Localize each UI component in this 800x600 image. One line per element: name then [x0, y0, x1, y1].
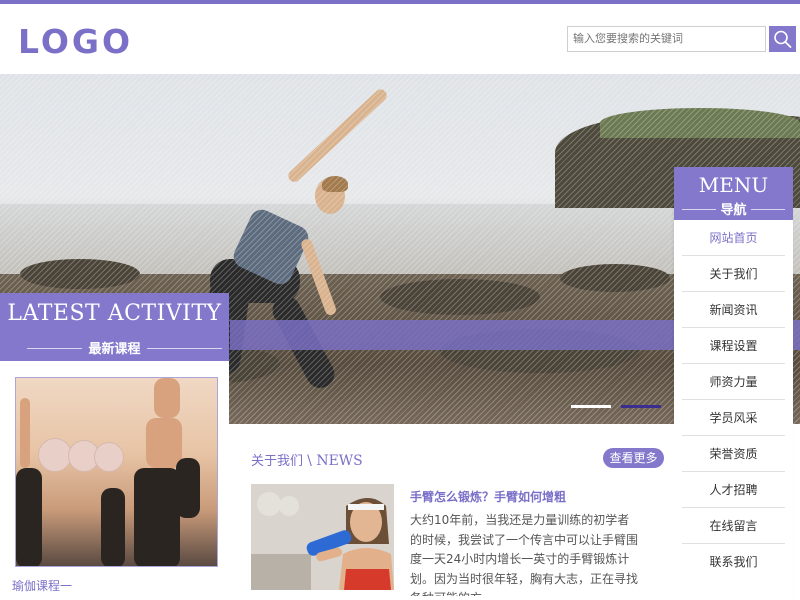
- latest-activity-title: LATEST ACTIVITY: [7, 301, 222, 326]
- figure: [101, 488, 125, 566]
- menu-item-news[interactable]: 新闻资讯: [682, 292, 785, 328]
- menu-item-home[interactable]: 网站首页: [682, 220, 785, 256]
- menu-item-message[interactable]: 在线留言: [682, 508, 785, 544]
- news-section: 关于我们 \ NEWS 查看更多 手臂怎么锻炼？手臂如何增粗 大约10年前，当我…: [229, 424, 674, 600]
- news-image-art: [251, 484, 394, 590]
- figure-torso: [146, 418, 182, 468]
- figure-head: [154, 378, 180, 418]
- news-section-title: 关于我们 \ NEWS: [251, 450, 363, 469]
- figure: [134, 468, 180, 566]
- menu-item-jobs[interactable]: 人才招聘: [682, 472, 785, 508]
- menu-item-honors[interactable]: 荣誉资质: [682, 436, 785, 472]
- exercise-ball: [94, 442, 124, 472]
- side-menu: MENU 导航 网站首页 关于我们 新闻资讯 课程设置 师资力量 学员风采 荣誉…: [674, 167, 793, 600]
- site-header: LOGO: [0, 4, 800, 74]
- menu-item-about[interactable]: 关于我们: [682, 256, 785, 292]
- exercise-ball: [38, 438, 72, 472]
- figure: [176, 458, 200, 518]
- news-image[interactable]: [251, 484, 394, 590]
- search-input[interactable]: [567, 26, 766, 52]
- search-button[interactable]: [769, 26, 796, 52]
- logo[interactable]: LOGO: [18, 22, 133, 61]
- course-caption[interactable]: 瑜伽课程一: [12, 577, 72, 594]
- menu-item-teachers[interactable]: 师资力量: [682, 364, 785, 400]
- view-more-button[interactable]: 查看更多: [603, 448, 664, 468]
- news-excerpt: 大约10年前，当我还是力量训练的初学者的时候，我尝试了一个传言中可以让手臂围度一…: [410, 513, 639, 596]
- figure: [16, 468, 42, 566]
- divider: [147, 348, 222, 349]
- menu-header: MENU 导航: [674, 167, 793, 220]
- divider: [751, 209, 785, 210]
- menu-item-contact[interactable]: 联系我们: [682, 544, 785, 580]
- slider-dot-1[interactable]: [571, 405, 611, 408]
- latest-activity-header: LATEST ACTIVITY 最新课程: [0, 293, 229, 361]
- menu-title: MENU: [698, 173, 769, 197]
- latest-activity-panel: LATEST ACTIVITY 最新课程 瑜伽课程一: [0, 293, 229, 600]
- news-headline[interactable]: 手臂怎么锻炼？手臂如何增粗: [410, 488, 566, 505]
- search-icon: [774, 30, 792, 48]
- news-section-title-cn: 关于我们: [251, 454, 304, 469]
- menu-item-students[interactable]: 学员风采: [682, 400, 785, 436]
- course-image[interactable]: [15, 377, 218, 567]
- news-section-title-en: \ NEWS: [307, 453, 363, 469]
- slider-dot-2[interactable]: [621, 405, 661, 408]
- figure-arm: [20, 398, 30, 468]
- menu-item-courses[interactable]: 课程设置: [682, 328, 785, 364]
